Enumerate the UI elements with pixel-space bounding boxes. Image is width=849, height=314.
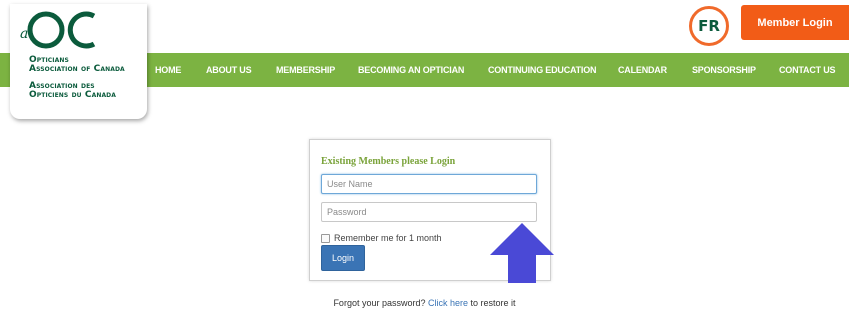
restore-password-link[interactable]: Click here [428, 298, 468, 308]
logo-name-french: Association des Opticiens du Canada [29, 82, 116, 100]
username-input[interactable] [321, 174, 537, 194]
nav-item-continuing-education[interactable]: CONTINUING EDUCATION [488, 53, 597, 87]
logo-name-english: Opticians Association of Canada [29, 56, 125, 74]
forgot-password: Forgot your password? Click here to rest… [0, 298, 849, 308]
password-input[interactable] [321, 202, 537, 222]
nav-item-about-us[interactable]: ABOUT US [206, 53, 252, 87]
svg-text:a: a [20, 26, 28, 42]
logo-fr-line2: Opticiens du Canada [29, 90, 117, 100]
language-toggle-button[interactable]: FR [689, 6, 729, 46]
login-title: Existing Members please Login [321, 156, 456, 167]
up-arrow-icon [490, 223, 554, 283]
remember-me-checkbox[interactable] [321, 233, 330, 243]
logo-en-line2: Association of Canada [29, 64, 125, 74]
logo[interactable]: a Opticians Association of Canada Associ… [10, 4, 147, 119]
nav-item-contact-us[interactable]: CONTACT US [779, 53, 836, 87]
login-submit-button[interactable]: Login [321, 245, 365, 271]
forgot-password-suffix: to restore it [470, 298, 516, 308]
remember-me[interactable]: Remember me for 1 month [321, 233, 442, 243]
remember-me-label: Remember me for 1 month [334, 233, 442, 243]
nav-item-calendar[interactable]: CALENDAR [618, 53, 667, 87]
forgot-password-prefix: Forgot your password? [333, 298, 426, 308]
member-login-button[interactable]: Member Login [741, 5, 849, 40]
nav-item-home[interactable]: HOME [155, 53, 181, 87]
nav-item-becoming-an-optician[interactable]: BECOMING AN OPTICIAN [358, 53, 464, 87]
oac-logo-mark-icon: a [20, 11, 96, 49]
nav-item-sponsorship[interactable]: SPONSORSHIP [692, 53, 756, 87]
nav-item-membership[interactable]: MEMBERSHIP [276, 53, 335, 87]
